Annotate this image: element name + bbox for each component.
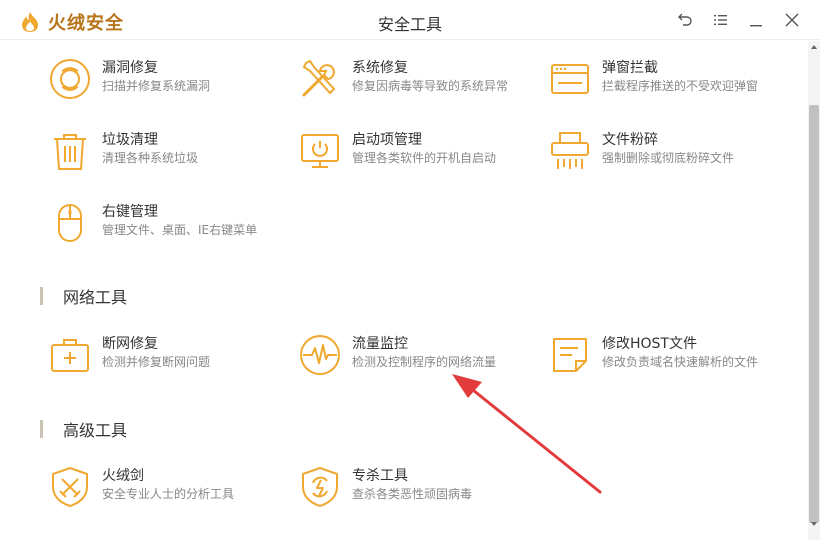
document-edit-icon xyxy=(548,333,592,377)
minimize-icon xyxy=(750,25,762,27)
tool-desc: 拦截程序推送的不受欢迎弹窗 xyxy=(602,79,759,93)
tool-name: 启动项管理 xyxy=(352,132,422,148)
tool-name: 流量监控 xyxy=(352,336,408,352)
vertical-scrollbar[interactable] xyxy=(808,41,820,540)
tool-desc: 强制删除或彻底粉碎文件 xyxy=(602,151,735,165)
close-button[interactable] xyxy=(782,10,802,30)
mouse-icon xyxy=(48,201,92,245)
tool-desc: 修复因病毒等导致的系统异常 xyxy=(352,79,509,93)
section-network: 网络工具 xyxy=(40,284,127,308)
shredder-icon xyxy=(548,129,592,173)
tool-name: 专杀工具 xyxy=(352,468,408,484)
tool-huorong-sword[interactable]: 火绒剑 安全专业人士的分析工具 xyxy=(48,465,234,509)
lifebuoy-icon xyxy=(48,57,92,101)
section-divider-bar xyxy=(40,420,43,438)
tool-file-shredder[interactable]: 文件粉碎 强制删除或彻底粉碎文件 xyxy=(548,129,734,173)
tool-desc: 清理各种系统垃圾 xyxy=(102,151,199,165)
pulse-gauge-icon xyxy=(298,333,342,377)
tool-system-repair[interactable]: 系统修复 修复因病毒等导致的系统异常 xyxy=(298,57,508,101)
tool-startup-manager[interactable]: 启动项管理 管理各类软件的开机自启动 xyxy=(298,129,496,173)
tool-traffic-monitor[interactable]: 流量监控 检测及控制程序的网络流量 xyxy=(298,333,496,377)
trash-icon xyxy=(48,129,92,173)
tool-junk-cleanup[interactable]: 垃圾清理 清理各种系统垃圾 xyxy=(48,129,198,173)
tool-network-repair[interactable]: 断网修复 检测并修复断网问题 xyxy=(48,333,210,377)
tool-desc: 检测并修复断网问题 xyxy=(102,355,211,369)
tool-name: 系统修复 xyxy=(352,60,408,76)
section-advanced: 高级工具 xyxy=(40,417,127,441)
close-icon xyxy=(785,13,799,27)
tool-name: 垃圾清理 xyxy=(102,132,158,148)
tool-desc: 管理各类软件的开机自启动 xyxy=(352,151,497,165)
tool-virus-killer[interactable]: 专杀工具 查杀各类恶性顽固病毒 xyxy=(298,465,472,509)
menu-icon xyxy=(714,15,727,25)
title-bar: 火绒安全 安全工具 xyxy=(0,0,820,40)
tool-popup-block[interactable]: 弹窗拦截 拦截程序推送的不受欢迎弹窗 xyxy=(548,57,758,101)
tool-desc: 检测及控制程序的网络流量 xyxy=(352,355,497,369)
menu-button[interactable] xyxy=(710,10,730,30)
scroll-thumb[interactable] xyxy=(809,105,819,523)
wrench-screwdriver-icon xyxy=(298,57,342,101)
tool-desc: 安全专业人士的分析工具 xyxy=(102,487,235,501)
section-title: 高级工具 xyxy=(63,421,128,440)
tool-context-menu-manager[interactable]: 右键管理 管理文件、桌面、IE右键菜单 xyxy=(48,201,257,245)
scroll-up-arrow-icon[interactable] xyxy=(810,43,818,51)
section-divider-bar xyxy=(40,287,43,305)
tool-desc: 查杀各类恶性顽固病毒 xyxy=(352,487,473,501)
tool-name: 文件粉碎 xyxy=(602,132,658,148)
tool-name: 火绒剑 xyxy=(102,468,144,484)
tool-name: 右键管理 xyxy=(102,204,158,220)
tool-desc: 管理文件、桌面、IE右键菜单 xyxy=(102,223,258,237)
tool-name: 修改HOST文件 xyxy=(602,336,697,352)
tool-name: 断网修复 xyxy=(102,336,158,352)
section-title: 网络工具 xyxy=(63,288,128,307)
monitor-power-icon xyxy=(298,129,342,173)
tool-desc: 扫描并修复系统漏洞 xyxy=(102,79,211,93)
window-title: 安全工具 xyxy=(377,15,442,34)
shield-sword-icon xyxy=(48,465,92,509)
popup-window-icon xyxy=(548,57,592,101)
minimize-button[interactable] xyxy=(746,10,766,30)
tools-content: 漏洞修复 扫描并修复系统漏洞 系统修复 修复因病毒等导致的系统异常 弹窗拦截 拦… xyxy=(0,41,808,540)
scroll-down-arrow-icon[interactable] xyxy=(810,520,818,528)
tool-desc: 修改负责域名快速解析的文件 xyxy=(602,355,759,369)
tool-name: 漏洞修复 xyxy=(102,60,158,76)
first-aid-kit-icon xyxy=(48,333,92,377)
tool-name: 弹窗拦截 xyxy=(602,60,658,76)
tool-edit-hosts[interactable]: 修改HOST文件 修改负责域名快速解析的文件 xyxy=(548,333,758,377)
shield-bolt-icon xyxy=(298,465,342,509)
tool-vulnerability-repair[interactable]: 漏洞修复 扫描并修复系统漏洞 xyxy=(48,57,210,101)
back-icon xyxy=(678,13,692,26)
back-button[interactable] xyxy=(675,10,695,30)
